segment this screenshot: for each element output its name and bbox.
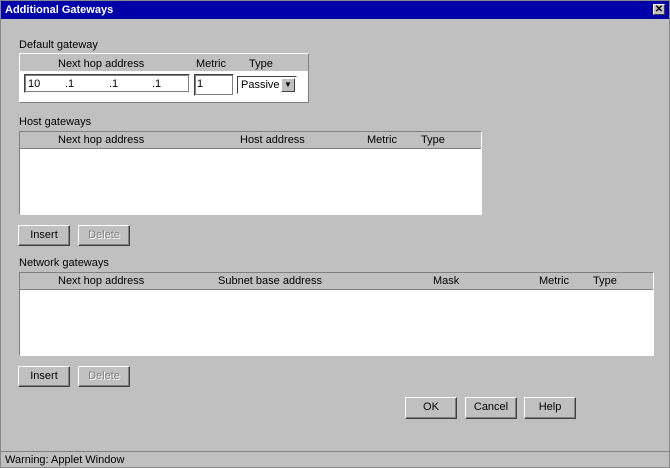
- header-type: Type: [249, 58, 273, 70]
- host-gateways-header: Next hop address Host address Metric Typ…: [20, 132, 481, 149]
- network-gateways-header: Next hop address Subnet base address Mas…: [20, 273, 653, 290]
- next-hop-ip-field[interactable]: 10 .1 .1 .1: [24, 74, 190, 93]
- host-gateways-table[interactable]: Next hop address Host address Metric Typ…: [19, 131, 482, 215]
- host-delete-button[interactable]: Delete: [78, 225, 130, 246]
- type-select[interactable]: Passive ▼: [237, 76, 297, 94]
- ip-octet-1: 10: [28, 78, 41, 90]
- help-button[interactable]: Help: [524, 397, 576, 419]
- default-gateway-label: Default gateway: [19, 39, 98, 51]
- header-type: Type: [421, 134, 445, 146]
- ip-octet-4: .1: [152, 78, 162, 90]
- default-gateway-header: Next hop address Metric Type: [20, 54, 308, 71]
- ok-button[interactable]: OK: [405, 397, 457, 419]
- ip-octet-2: .1: [65, 78, 75, 90]
- network-delete-button[interactable]: Delete: [78, 366, 130, 387]
- header-metric: Metric: [539, 275, 569, 287]
- status-bar: Warning: Applet Window: [1, 451, 669, 467]
- ip-octet-3: .1: [109, 78, 119, 90]
- header-next-hop: Next hop address: [58, 134, 145, 146]
- type-select-value: Passive: [241, 79, 280, 91]
- title-bar[interactable]: Additional Gateways ✕: [1, 1, 669, 19]
- host-insert-button[interactable]: Insert: [18, 225, 70, 246]
- header-metric: Metric: [367, 134, 397, 146]
- header-host-address: Host address: [240, 134, 305, 146]
- metric-value: 1: [197, 78, 204, 90]
- cancel-button[interactable]: Cancel: [465, 397, 517, 419]
- dialog-window: Additional Gateways ✕ Default gateway Ne…: [0, 0, 670, 468]
- chevron-down-icon[interactable]: ▼: [281, 78, 295, 92]
- header-metric: Metric: [196, 58, 226, 70]
- header-next-hop: Next hop address: [58, 58, 145, 70]
- host-gateways-label: Host gateways: [19, 116, 92, 128]
- default-gateway-panel: Next hop address Metric Type 10 .1 .1 .1…: [19, 53, 309, 103]
- header-next-hop: Next hop address: [58, 275, 145, 287]
- network-gateways-label: Network gateways: [19, 257, 109, 269]
- header-type: Type: [593, 275, 617, 287]
- network-insert-button[interactable]: Insert: [18, 366, 70, 387]
- window-title: Additional Gateways: [5, 4, 114, 16]
- header-mask: Mask: [433, 275, 460, 287]
- header-subnet-base: Subnet base address: [218, 275, 322, 287]
- status-text: Warning: Applet Window: [5, 454, 125, 466]
- close-button[interactable]: ✕: [653, 4, 665, 15]
- network-gateways-table[interactable]: Next hop address Subnet base address Mas…: [19, 272, 654, 356]
- metric-field[interactable]: 1: [194, 74, 234, 96]
- close-icon: ✕: [654, 4, 664, 15]
